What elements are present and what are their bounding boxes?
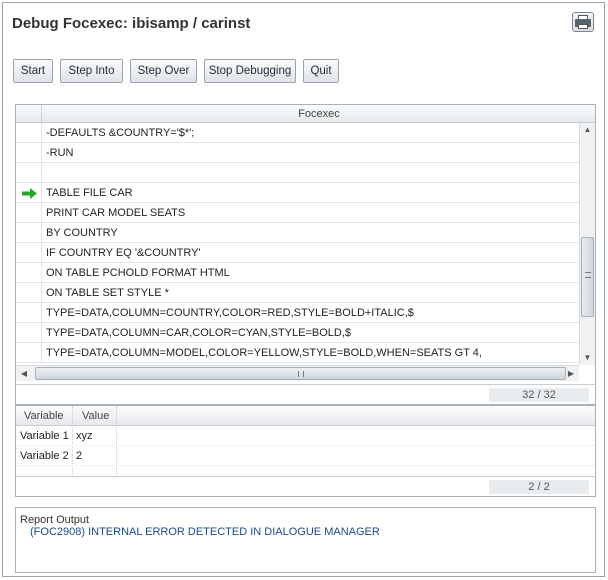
variable-value: xyz [76, 430, 93, 442]
focexec-header: Focexec [16, 105, 595, 123]
code-line[interactable]: ON TABLE PCHOLD FORMAT HTML [16, 263, 579, 283]
code-line[interactable]: IF COUNTRY EQ '&COUNTRY' [16, 243, 579, 263]
line-gutter[interactable] [16, 283, 42, 303]
code-line[interactable]: ON TABLE SET STYLE * [16, 283, 579, 303]
line-gutter[interactable] [16, 183, 42, 203]
report-output-panel: Report Output (FOC2908) INTERNAL ERROR D… [15, 507, 596, 573]
code-line-text: ON TABLE PCHOLD FORMAT HTML [46, 267, 230, 279]
code-line[interactable]: TYPE=DATA,COLUMN=MODEL,COLOR=YELLOW,STYL… [16, 343, 579, 363]
code-line[interactable]: -RUN [16, 143, 579, 163]
focexec-line-counter: 32 / 32 [489, 388, 589, 402]
code-line-text: -RUN [46, 147, 74, 159]
line-gutter[interactable] [16, 123, 42, 143]
stop-debugging-button[interactable]: Stop Debugging [204, 59, 296, 83]
code-line[interactable]: TABLE FILE CAR [16, 183, 579, 203]
value-column-header: Value [82, 410, 110, 422]
code-line-text: BY COUNTRY [46, 227, 118, 239]
code-line-text: -DEFAULTS &COUNTRY='$*'; [46, 127, 195, 139]
variables-header: Variable Value [16, 406, 595, 426]
line-gutter[interactable] [16, 203, 42, 223]
quit-button[interactable]: Quit [303, 59, 339, 83]
code-line-text: TYPE=DATA,COLUMN=COUNTRY,COLOR=RED,STYLE… [46, 307, 414, 319]
code-line-text: TYPE=DATA,COLUMN=MODEL,COLOR=YELLOW,STYL… [46, 347, 482, 359]
scroll-up-icon[interactable]: ▲ [580, 123, 595, 137]
line-gutter[interactable] [16, 343, 42, 363]
vertical-scroll-thumb[interactable] [581, 237, 594, 317]
line-gutter[interactable] [16, 223, 42, 243]
code-line-text: PRINT CAR MODEL SEATS [46, 207, 186, 219]
code-line-text: TYPE=DATA,COLUMN=CAR,COLOR=CYAN,STYLE=BO… [46, 327, 352, 339]
debug-window: Debug Focexec: ibisamp / carinst Start S… [2, 2, 605, 577]
variables-panel: Variable Value Variable 1 xyz Variable 2… [15, 405, 596, 497]
code-line-text: ON TABLE SET STYLE * [46, 287, 169, 299]
line-gutter[interactable] [16, 263, 42, 283]
code-line[interactable]: TYPE=DATA,COLUMN=CAR,COLOR=CYAN,STYLE=BO… [16, 323, 579, 343]
code-line[interactable]: TYPE=DATA,COLUMN=COUNTRY,COLOR=RED,STYLE… [16, 303, 579, 323]
variable-name: Variable 2 [20, 450, 69, 462]
code-line-text: TABLE FILE CAR [46, 187, 133, 199]
code-line[interactable]: BY COUNTRY [16, 223, 579, 243]
variable-row[interactable]: Variable 1 xyz [16, 426, 595, 446]
report-error-message: (FOC2908) INTERNAL ERROR DETECTED IN DIA… [30, 526, 380, 538]
green-arrow-icon [22, 188, 37, 199]
line-gutter[interactable] [16, 163, 42, 183]
step-into-button[interactable]: Step Into [60, 59, 123, 83]
step-over-button[interactable]: Step Over [130, 59, 197, 83]
code-lines: -DEFAULTS &COUNTRY='$*'; -RUN TABLE FILE C… [16, 123, 579, 365]
variable-row[interactable]: Variable 2 2 [16, 446, 595, 466]
code-line-text: IF COUNTRY EQ '&COUNTRY' [46, 247, 201, 259]
focexec-status-bar: 32 / 32 [16, 384, 595, 404]
horizontal-scrollbar[interactable]: ◀ ▶ [16, 365, 579, 381]
line-gutter[interactable] [16, 143, 42, 163]
code-line[interactable] [16, 163, 579, 183]
line-gutter[interactable] [16, 323, 42, 343]
scroll-down-icon[interactable]: ▼ [580, 351, 595, 365]
scroll-left-icon[interactable]: ◀ [16, 366, 32, 381]
start-button[interactable]: Start [13, 59, 53, 83]
line-gutter[interactable] [16, 303, 42, 323]
variables-counter: 2 / 2 [489, 480, 589, 494]
report-output-label: Report Output [20, 514, 90, 526]
vertical-scrollbar[interactable]: ▲ ▼ [579, 123, 595, 365]
printer-icon[interactable] [572, 12, 594, 32]
code-line[interactable]: PRINT CAR MODEL SEATS [16, 203, 579, 223]
variable-value: 2 [76, 450, 83, 462]
horizontal-scroll-thumb[interactable] [35, 367, 566, 380]
focexec-panel: Focexec -DEFAULTS &COUNTRY='$*'; -RUN TABL… [15, 104, 596, 405]
variables-status-bar: 2 / 2 [16, 476, 595, 496]
focexec-header-label: Focexec [298, 108, 340, 120]
code-line[interactable]: -DEFAULTS &COUNTRY='$*'; [16, 123, 579, 143]
scroll-right-icon[interactable]: ▶ [563, 366, 579, 381]
window-title: Debug Focexec: ibisamp / carinst [12, 15, 251, 32]
line-gutter[interactable] [16, 243, 42, 263]
variable-column-header: Variable [24, 410, 64, 422]
variable-name: Variable 1 [20, 430, 69, 442]
